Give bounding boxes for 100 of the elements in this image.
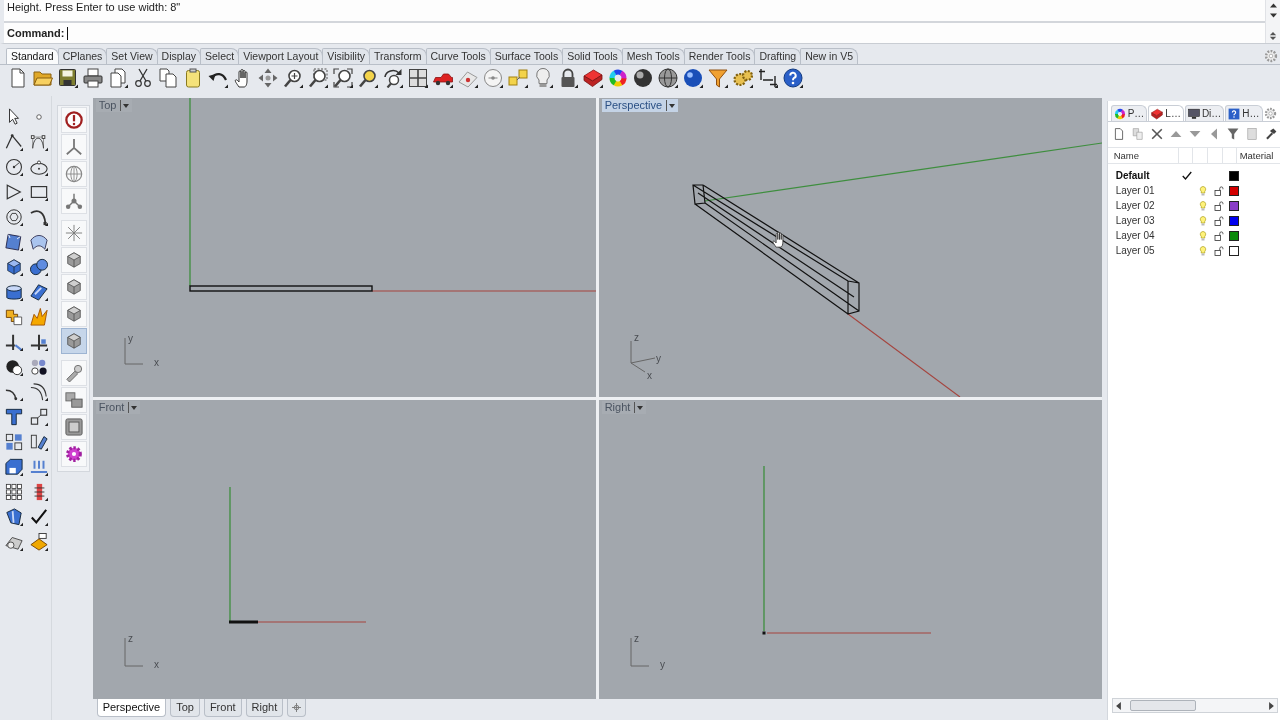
open-padlock-icon[interactable] xyxy=(1213,185,1224,196)
toolbar-tab[interactable]: Display xyxy=(156,48,201,64)
diamond-icon[interactable] xyxy=(29,532,48,551)
open-padlock-icon[interactable] xyxy=(1213,215,1224,226)
dropdown-icon[interactable] xyxy=(128,402,138,413)
zoom-selected-icon[interactable] xyxy=(358,68,378,88)
layers-icon[interactable] xyxy=(583,68,603,88)
matte-sphere-icon[interactable] xyxy=(633,68,653,88)
panel-tab[interactable]: L… xyxy=(1148,105,1184,121)
mirror-icon[interactable] xyxy=(29,432,48,451)
cube-icon[interactable] xyxy=(60,274,87,300)
cut-icon[interactable] xyxy=(133,68,153,88)
zoom-in-icon[interactable] xyxy=(283,68,303,88)
copy-icon[interactable] xyxy=(158,68,178,88)
color-wheel-icon[interactable] xyxy=(608,68,628,88)
circle-icon[interactable] xyxy=(4,157,23,176)
axes-icon[interactable] xyxy=(60,220,87,246)
blocks-icon[interactable] xyxy=(60,387,87,413)
squares-icon[interactable] xyxy=(4,432,23,451)
open-padlock-icon[interactable] xyxy=(1213,245,1224,256)
delete-icon[interactable] xyxy=(1150,128,1163,140)
wireframe-sphere-icon[interactable] xyxy=(658,68,678,88)
nodes-icon[interactable] xyxy=(60,188,87,214)
control-polygon-icon[interactable] xyxy=(29,132,48,151)
dropdown-icon[interactable] xyxy=(120,100,130,111)
move-arrows-icon[interactable] xyxy=(258,68,278,88)
toolbar-tab[interactable]: Transform xyxy=(369,48,427,64)
save-icon[interactable] xyxy=(58,68,78,88)
horizontal-scrollbar[interactable] xyxy=(1111,698,1278,713)
spheres-icon[interactable] xyxy=(29,257,48,276)
scroll-right-icon[interactable] xyxy=(1269,701,1274,710)
toolbar-tab[interactable]: Mesh Tools xyxy=(621,48,685,64)
dots-icon[interactable] xyxy=(29,357,48,376)
viewport[interactable]: Top y x xyxy=(92,98,596,397)
printer-icon[interactable] xyxy=(83,68,103,88)
globe-icon[interactable] xyxy=(60,161,87,187)
toolbar-tab[interactable]: Set View xyxy=(106,48,158,64)
boolean-icon[interactable] xyxy=(4,357,23,376)
viewport-tab[interactable]: Top xyxy=(170,699,200,717)
toolbar-tab[interactable]: Viewport Layout xyxy=(238,48,324,64)
surface-patch-icon[interactable] xyxy=(4,232,23,251)
viewport-title[interactable]: Right xyxy=(601,401,647,414)
layer-name[interactable]: Layer 04 xyxy=(1115,229,1179,242)
sheet-icon[interactable] xyxy=(458,68,478,88)
scrollbar-thumb[interactable] xyxy=(1129,700,1196,711)
open-folder-icon[interactable] xyxy=(33,68,53,88)
color-swatch-icon[interactable] xyxy=(1228,230,1239,241)
trim-icon[interactable] xyxy=(4,332,23,351)
color-swatch-icon[interactable] xyxy=(1228,245,1239,256)
t-beam-icon[interactable] xyxy=(4,407,23,426)
toolbar-tab[interactable]: Drafting xyxy=(754,48,802,64)
viewport[interactable]: Right z y xyxy=(598,400,1102,699)
layer-name[interactable]: Layer 01 xyxy=(1115,184,1179,197)
dropdown-icon[interactable] xyxy=(666,100,676,111)
viewport-tab[interactable]: Right xyxy=(245,699,284,717)
stop-icon[interactable] xyxy=(60,107,87,133)
toolbar-tab[interactable]: Solid Tools xyxy=(562,48,623,64)
cube-icon[interactable] xyxy=(60,301,87,327)
toolbar-tab[interactable]: Visibility xyxy=(322,48,371,64)
puzzle-icon[interactable] xyxy=(4,307,23,326)
new-document-icon[interactable] xyxy=(1112,128,1125,140)
documents-icon[interactable] xyxy=(108,68,128,88)
block-icon[interactable] xyxy=(4,457,23,476)
scale-icon[interactable] xyxy=(29,407,48,426)
zoom-extents-icon[interactable] xyxy=(333,68,353,88)
viewport-tab[interactable]: Front xyxy=(203,699,242,717)
color-swatch-icon[interactable] xyxy=(1228,185,1239,196)
cube-icon[interactable] xyxy=(60,247,87,273)
toolbar-tab[interactable]: Select xyxy=(200,48,240,64)
four-viewports-icon[interactable] xyxy=(408,68,428,88)
color-swatch-icon[interactable] xyxy=(1228,215,1239,226)
scroll-up-icon[interactable] xyxy=(1269,3,1277,8)
spin-arrows-icon[interactable] xyxy=(1269,31,1277,41)
frame-icon[interactable] xyxy=(60,414,87,440)
cube-icon[interactable] xyxy=(4,257,23,276)
color-swatch-icon[interactable] xyxy=(1228,200,1239,211)
arc-icon[interactable] xyxy=(29,207,48,226)
dot-grid-icon[interactable] xyxy=(4,482,23,501)
panel-tab[interactable]: P… xyxy=(1110,105,1148,121)
squares-icon[interactable] xyxy=(508,68,528,88)
scroll-down-icon[interactable] xyxy=(1269,13,1277,18)
check-icon[interactable] xyxy=(29,507,48,526)
zoom-window-icon[interactable] xyxy=(308,68,328,88)
toolbar-tab[interactable]: Surface Tools xyxy=(489,48,564,64)
open-box-icon[interactable] xyxy=(4,507,23,526)
brush-icon[interactable] xyxy=(60,360,87,386)
layer-name[interactable]: Layer 05 xyxy=(1115,244,1179,257)
layer-name[interactable]: Layer 02 xyxy=(1115,199,1179,212)
surface-sheet-icon[interactable] xyxy=(29,282,48,301)
ellipse-icon[interactable] xyxy=(29,157,48,176)
layer-name[interactable]: Layer 03 xyxy=(1115,214,1179,227)
gear-icon[interactable] xyxy=(60,441,87,467)
tripod-icon[interactable] xyxy=(60,134,87,160)
cylinder-icon[interactable] xyxy=(4,282,23,301)
cube-icon[interactable] xyxy=(60,328,87,354)
scroll-left-icon[interactable] xyxy=(1115,701,1121,710)
light-bulb-icon[interactable] xyxy=(533,68,553,88)
open-padlock-icon[interactable] xyxy=(1213,200,1224,211)
column-header[interactable]: Material xyxy=(1235,148,1280,163)
offset-curve-icon[interactable] xyxy=(29,382,48,401)
